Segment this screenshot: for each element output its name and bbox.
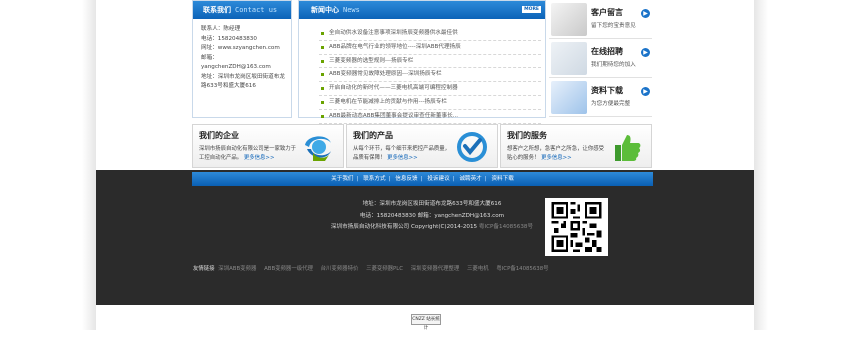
qr-code-icon: [551, 202, 602, 252]
card-more-link[interactable]: 更多信息>>: [387, 155, 418, 161]
contact-line[interactable]: 网址：www.szyangchen.com: [201, 44, 287, 54]
friend-link[interactable]: 粤ICP备14085638号: [496, 266, 548, 272]
card-more-link[interactable]: 更多信息>>: [541, 155, 572, 161]
friend-link[interactable]: 三菱变频器PLC: [366, 266, 403, 272]
side-item-recruit[interactable]: 在线招聘 我们期待您的加入 ▶: [549, 39, 652, 78]
card-services[interactable]: 我们的服务 想客户之所想，急客户之所急，让你感受贴心的服务！ 更多信息>>: [500, 124, 652, 168]
footer-nav-link[interactable]: 联系方式: [363, 176, 385, 182]
contact-title: 联系我们: [203, 6, 231, 14]
card-title: 我们的服务: [507, 131, 547, 140]
card-desc: 想客户之所想，急客户之所急，让你感受贴心的服务！ 更多信息>>: [507, 146, 605, 161]
contact-header: 联系我们 Contact us: [193, 1, 291, 19]
news-item[interactable]: ABB最新动态ABB集团董事会提议审查任新董事长...: [319, 110, 541, 124]
contact-line: 电话：15820483830: [201, 35, 257, 42]
footer-background: [96, 170, 754, 305]
footer-address: 地址：深圳市龙岗区坂田街道布龙路633号和盛大厦616: [362, 201, 502, 207]
footer-copyright: 深圳市扬辰自动化科技有限公司 Copyright(C)2014-2015 粤IC…: [330, 224, 534, 231]
globe-icon: [305, 136, 331, 161]
friend-link[interactable]: 三菱电机: [467, 266, 489, 272]
stats-badge[interactable]: CNZZ 站长统计: [411, 314, 441, 331]
side-item-title: 在线招聘: [591, 47, 623, 56]
card-desc: 深圳市扬辰自动化有限公司是一家致力于工控自动化产品。 更多信息>>: [199, 146, 297, 161]
friend-link[interactable]: 深圳变频器代理整理: [411, 266, 460, 272]
contact-box: 联系我们 Contact us 联系人：陈经理 电话：15820483830 网址…: [192, 0, 292, 118]
news-more-button[interactable]: MORE: [522, 6, 541, 13]
card-more-link[interactable]: 更多信息>>: [244, 155, 275, 161]
footer-nav-link[interactable]: 诚聘英才: [459, 176, 481, 182]
news-list: 全自动供水设备注意事项深圳扬辰变频器供水最佳供 ABB品牌在电气行业的领导地位-…: [319, 27, 545, 124]
side-item-message[interactable]: 客户留言 留下您的宝贵意见 ▶: [549, 0, 652, 39]
footer-nav: 关于我们 | 联系方式 | 信息反馈 | 投诉建议 | 诚聘英才 | 资料下载: [192, 172, 653, 186]
arrow-right-icon[interactable]: ▶: [641, 9, 650, 18]
friend-link[interactable]: 深圳ABB变频器: [218, 266, 256, 272]
contact-body: 联系人：陈经理 电话：15820483830 网址：www.szyangchen…: [193, 19, 291, 92]
arrow-right-icon[interactable]: ▶: [641, 87, 650, 96]
card-desc: 从每个环节，每个细节来把控产品质量，品质有保障！ 更多信息>>: [353, 146, 451, 161]
left-shadow: [82, 0, 96, 330]
recruit-image: [551, 42, 587, 75]
news-item[interactable]: ABB品牌在电气行业的领导地位----深圳ABB代理扬辰: [319, 41, 541, 55]
side-item-title: 客户留言: [591, 8, 623, 17]
contact-line: 路633号和盛大厦616: [201, 83, 256, 89]
news-header: 新闻中心 News MORE: [299, 1, 545, 19]
download-image: [551, 81, 587, 114]
news-item[interactable]: 全自动供水设备注意事项深圳扬辰变频器供水最佳供: [319, 27, 541, 41]
card-products[interactable]: 我们的产品 从每个环节，每个细节来把控产品质量，品质有保障！ 更多信息>>: [346, 124, 498, 168]
news-item[interactable]: 三菱变频器的选型规则---扬辰专栏: [319, 55, 541, 69]
news-item[interactable]: ABB变频器常见故障处理原因---深圳扬辰专栏: [319, 68, 541, 83]
footer-nav-link[interactable]: 投诉建议: [427, 176, 449, 182]
news-item[interactable]: 三菱电机在节能减排上的贡献与作用---扬辰专栏: [319, 96, 541, 110]
right-shadow: [754, 0, 768, 330]
contact-line[interactable]: 邮箱：yangchenZDH@163.com: [201, 54, 287, 73]
arrow-right-icon[interactable]: ▶: [641, 48, 650, 57]
contact-line: 联系人：陈经理: [201, 26, 241, 32]
footer-contact: 电话：15820483830 邮箱：yangchenZDH@163.com: [359, 212, 505, 219]
side-item-download[interactable]: 资料下载 为您方便最完整 ▶: [549, 78, 652, 117]
news-item[interactable]: 开启自动化的新时代——三菱电机高端可编程控制器: [319, 82, 541, 96]
page: 联系我们 Contact us 联系人：陈经理 电话：15820483830 网址…: [0, 0, 850, 352]
news-title-en: News: [343, 6, 360, 14]
side-item-desc: 留下您的宝贵意见: [591, 23, 636, 29]
checkmark-shield-icon: [457, 132, 487, 162]
card-title: 我们的产品: [353, 131, 393, 140]
footer-nav-link[interactable]: 信息反馈: [395, 176, 417, 182]
qr-code: [545, 198, 608, 256]
friend-links-label: 友情链接: [193, 266, 215, 272]
contact-title-en: Contact us: [235, 6, 278, 14]
footer-icp[interactable]: 粤ICP备14085638号: [479, 224, 533, 230]
friend-link[interactable]: 台川变频器特价: [321, 266, 359, 272]
footer-nav-link[interactable]: 关于我们: [331, 176, 353, 182]
news-box: 新闻中心 News MORE 全自动供水设备注意事项深圳扬辰变频器供水最佳供 AB…: [298, 0, 546, 124]
message-image: [551, 3, 587, 36]
footer-info: 地址：深圳市龙岗区坂田街道布龙路633号和盛大厦616 电话：158204838…: [0, 199, 850, 234]
card-title: 我们的企业: [199, 131, 239, 140]
friend-link[interactable]: ABB变频器一级代理: [264, 266, 313, 272]
side-item-desc: 我们期待您的加入: [591, 62, 636, 68]
side-item-title: 资料下载: [591, 86, 623, 95]
contact-line: 地址：深圳市龙岗区坂田街道布龙: [201, 73, 285, 80]
thumbs-up-icon: [615, 135, 641, 161]
footer-nav-link[interactable]: 资料下载: [491, 176, 513, 182]
news-title: 新闻中心: [311, 6, 339, 14]
card-enterprise[interactable]: 我们的企业 深圳市扬辰自动化有限公司是一家致力于工控自动化产品。 更多信息>>: [192, 124, 344, 168]
friend-links: 友情链接 深圳ABB变频器 ABB变频器一级代理 台川变频器特价 三菱变频器PL…: [193, 264, 555, 272]
side-item-desc: 为您方便最完整: [591, 101, 631, 107]
side-panel: 客户留言 留下您的宝贵意见 ▶ 在线招聘 我们期待您的加入 ▶ 资料下载 为您方…: [549, 0, 652, 118]
